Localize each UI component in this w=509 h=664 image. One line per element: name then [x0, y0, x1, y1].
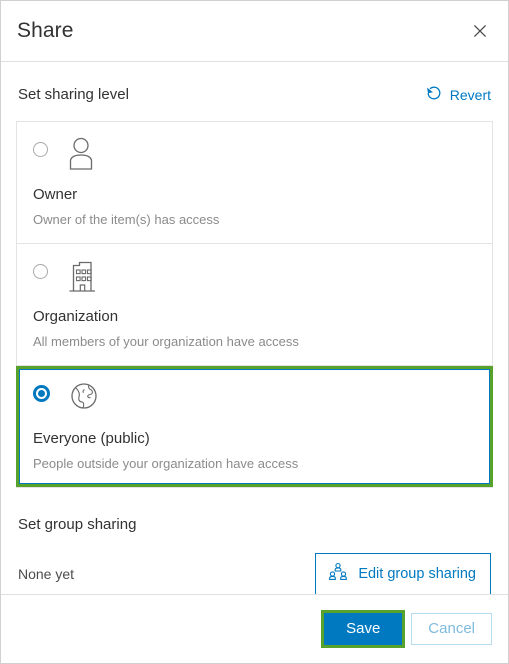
- dialog-footer: Save Cancel: [1, 594, 508, 663]
- radio-organization[interactable]: [33, 264, 48, 279]
- group-sharing-row: None yet Edit group sharing: [16, 533, 493, 594]
- person-icon: [66, 136, 96, 179]
- edit-group-sharing-label: Edit group sharing: [358, 566, 476, 582]
- dialog-body: Set sharing level Revert Owner Owner of …: [1, 62, 508, 594]
- globe-icon: [68, 380, 100, 423]
- sharing-option-everyone[interactable]: Everyone (public) People outside your or…: [16, 366, 493, 487]
- option-organization-top: [33, 258, 476, 298]
- group-people-icon: [328, 562, 348, 586]
- revert-label: Revert: [449, 86, 491, 103]
- option-owner-description: Owner of the item(s) has access: [33, 212, 220, 227]
- option-everyone-description: People outside your organization have ac…: [33, 456, 299, 471]
- page-title: Share: [17, 19, 74, 42]
- group-sharing-none-label: None yet: [18, 566, 75, 582]
- radio-owner[interactable]: [33, 142, 48, 157]
- revert-circular-arrow-icon: [425, 84, 443, 105]
- save-button-highlight: Save: [321, 610, 406, 648]
- sharing-level-title: Set sharing level: [18, 86, 129, 103]
- edit-group-sharing-button[interactable]: Edit group sharing: [315, 553, 491, 594]
- option-owner-top: [33, 136, 476, 176]
- save-button[interactable]: Save: [324, 613, 403, 645]
- sharing-level-option-list: Owner Owner of the item(s) has access Or…: [16, 121, 493, 488]
- radio-everyone[interactable]: [33, 385, 50, 402]
- sharing-level-header: Set sharing level Revert: [16, 62, 493, 121]
- option-organization-label: Organization: [33, 308, 119, 325]
- dialog-header: Share: [1, 1, 508, 62]
- close-icon[interactable]: [469, 20, 491, 42]
- share-dialog: Share Set sharing level Revert Owner Own…: [0, 0, 509, 664]
- option-organization-description: All members of your organization have ac…: [33, 334, 299, 349]
- option-everyone-top: [33, 380, 476, 420]
- revert-button[interactable]: Revert: [425, 84, 491, 105]
- option-owner-label: Owner: [33, 186, 78, 203]
- sharing-option-organization[interactable]: Organization All members of your organiz…: [17, 244, 492, 366]
- sharing-option-owner[interactable]: Owner Owner of the item(s) has access: [17, 122, 492, 244]
- option-everyone-label: Everyone (public): [33, 430, 150, 447]
- building-icon: [66, 258, 98, 301]
- group-sharing-title: Set group sharing: [18, 516, 137, 533]
- cancel-button[interactable]: Cancel: [411, 613, 492, 645]
